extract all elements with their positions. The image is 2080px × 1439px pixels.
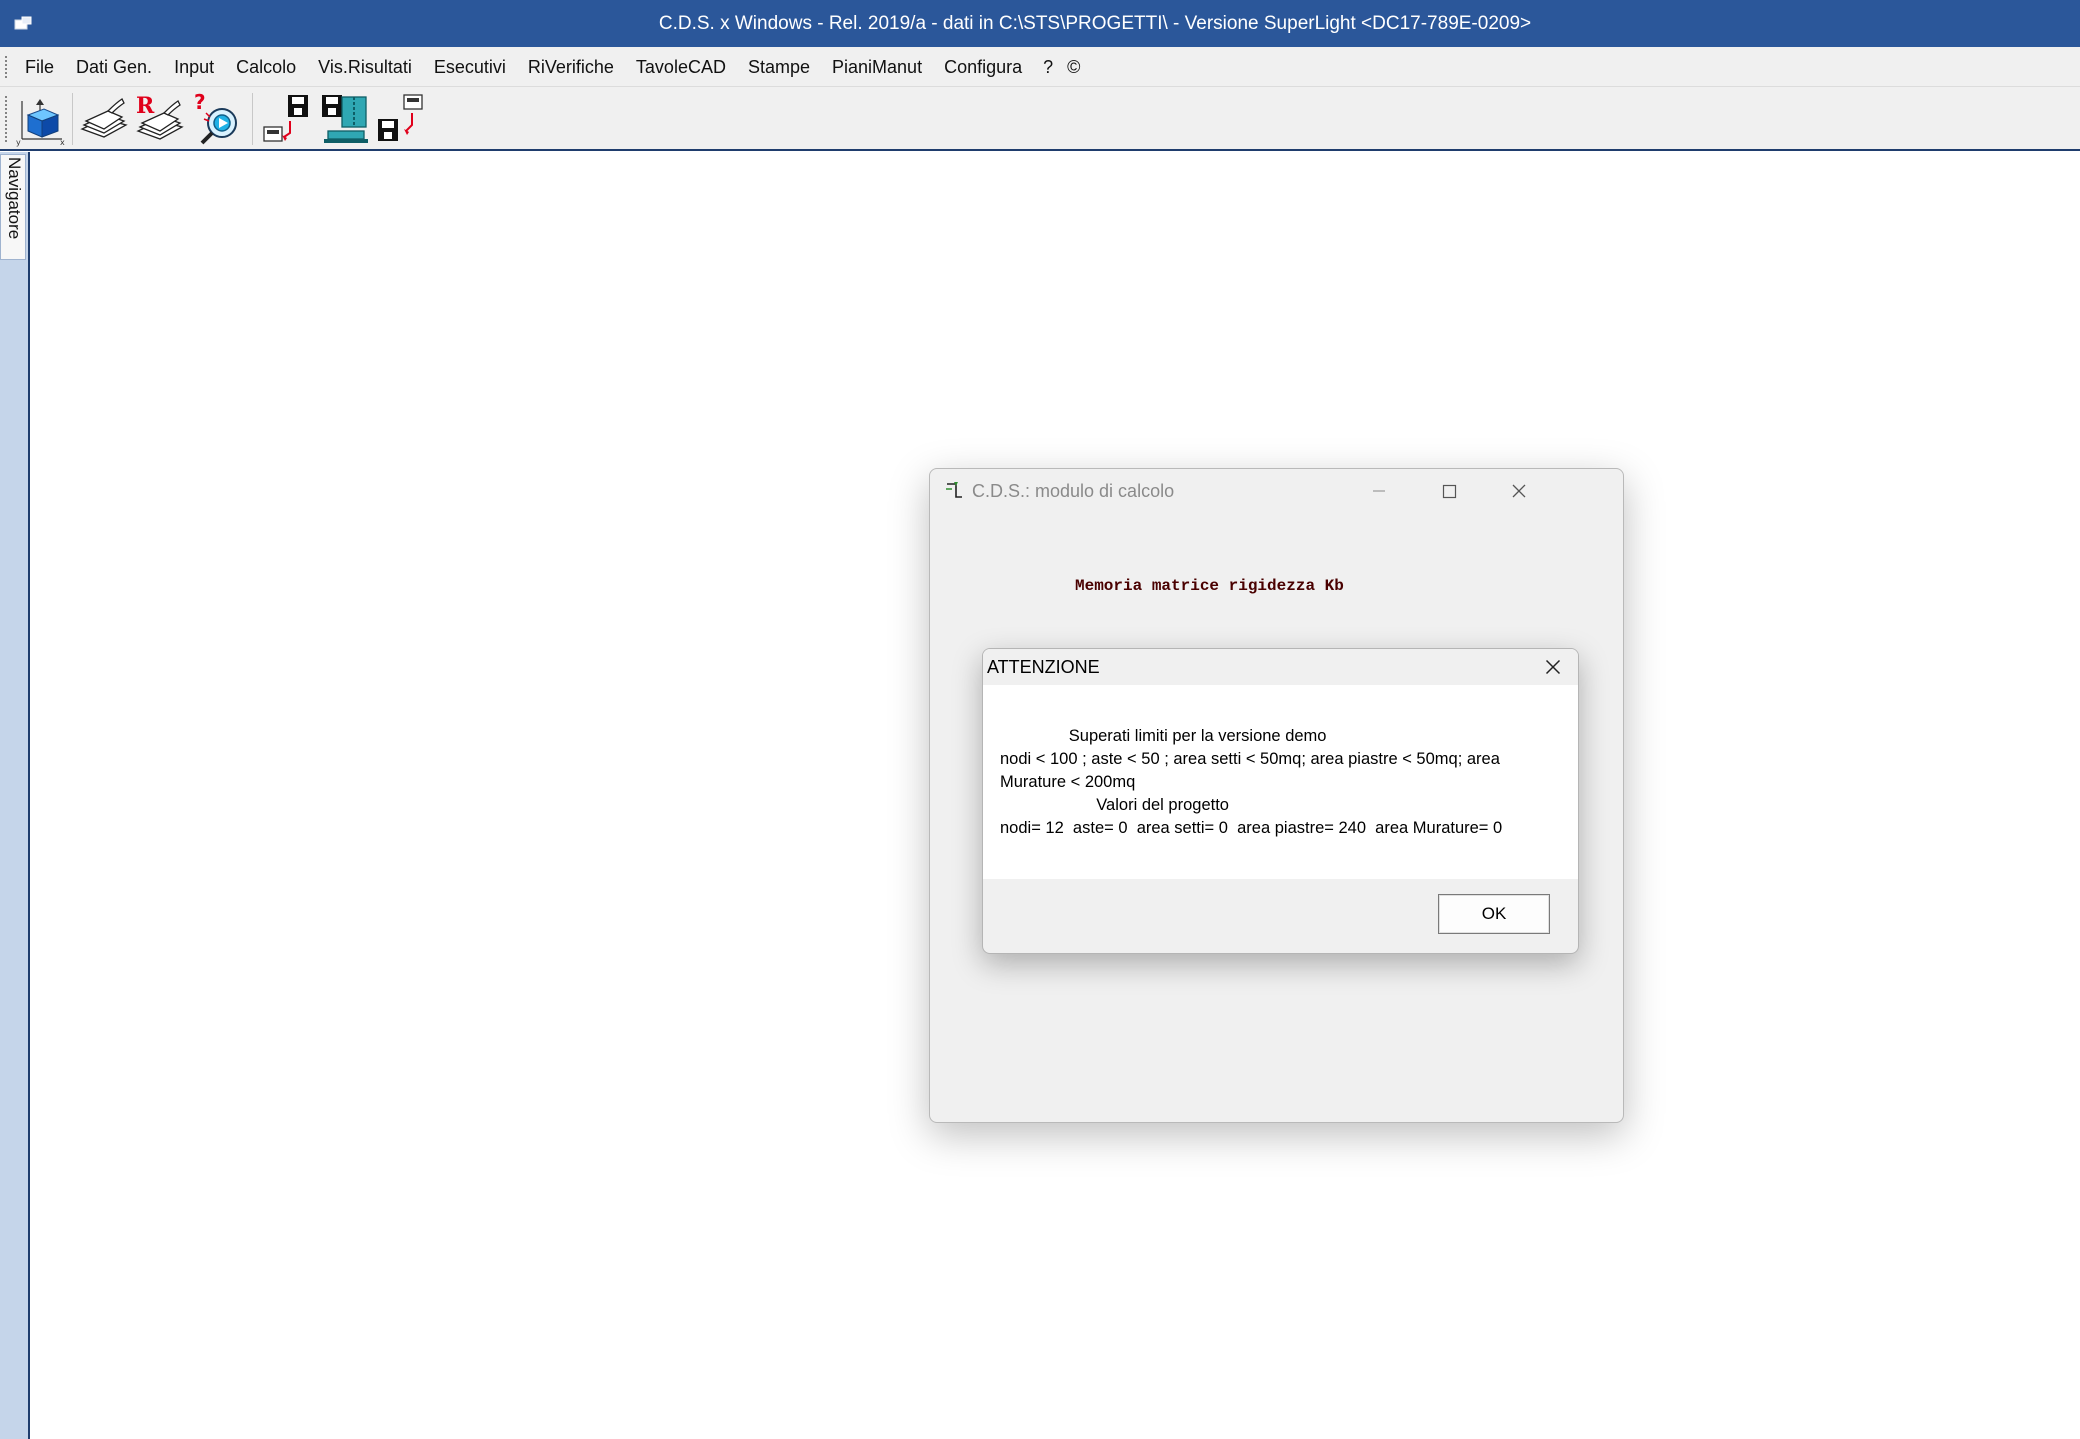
- menu-pianimanut[interactable]: PianiManut: [821, 47, 933, 87]
- menu-calcolo[interactable]: Calcolo: [225, 47, 307, 87]
- navigator-label: Navigatore: [5, 157, 24, 240]
- attenzione-dialog: ATTENZIONE Superati limiti per la versio…: [982, 648, 1579, 954]
- minimize-button[interactable]: [1344, 469, 1414, 513]
- report-icon[interactable]: R: [134, 91, 190, 147]
- svg-text:y: y: [16, 138, 21, 147]
- menu-file[interactable]: File: [14, 47, 65, 87]
- dialog-body: Superati limiti per la versione demo nod…: [983, 685, 1578, 879]
- navigator-tab[interactable]: Navigatore: [0, 154, 26, 260]
- menu-input[interactable]: Input: [163, 47, 225, 87]
- dialog-caption[interactable]: ATTENZIONE: [983, 649, 1578, 685]
- menu-bar: File Dati Gen. Input Calcolo Vis.Risulta…: [0, 47, 2080, 87]
- svg-text:x: x: [60, 138, 65, 147]
- menu-grip[interactable]: [4, 55, 8, 79]
- help-inspect-icon[interactable]: ?: [192, 91, 248, 147]
- message-line-subheading: Valori del progetto: [1000, 796, 1229, 814]
- calc-window-icon: [946, 482, 962, 498]
- message-line-values: nodi= 12 aste= 0 area setti= 0 area pias…: [1000, 819, 1503, 837]
- save-to-disk-icon[interactable]: [260, 91, 316, 147]
- svg-text:?: ?: [194, 91, 206, 114]
- load-from-disk-icon[interactable]: [374, 91, 430, 147]
- zip-archive-icon[interactable]: [318, 91, 370, 147]
- calc-window-caption[interactable]: C.D.S.: modulo di calcolo: [930, 469, 1623, 513]
- message-line-heading: Superati limiti per la versione demo: [1000, 727, 1327, 745]
- window-title: C.D.S. x Windows - Rel. 2019/a - dati in…: [658, 13, 1532, 34]
- menu-riverifiche[interactable]: RiVerifiche: [517, 47, 625, 87]
- svg-text:R: R: [136, 93, 155, 119]
- main-title-bar: C.D.S. x Windows - Rel. 2019/a - dati in…: [0, 0, 2080, 47]
- dialog-message: Superati limiti per la versione demo nod…: [1000, 725, 1570, 840]
- message-line-limits: nodi < 100 ; aste < 50 ; area setti < 50…: [1000, 750, 1505, 791]
- dialog-close-icon[interactable]: [1528, 649, 1578, 685]
- menu-about[interactable]: ©: [1057, 47, 1084, 87]
- 3d-model-icon[interactable]: y x: [14, 91, 68, 147]
- toolbar-grip[interactable]: [4, 95, 8, 143]
- menu-configura[interactable]: Configura: [933, 47, 1033, 87]
- toolbar-separator: [72, 93, 73, 145]
- close-button[interactable]: [1484, 469, 1554, 513]
- menu-stampe[interactable]: Stampe: [737, 47, 821, 87]
- navigator-strip: [0, 152, 28, 1439]
- menu-vis-risultati[interactable]: Vis.Risultati: [307, 47, 423, 87]
- archive-icon[interactable]: [78, 91, 132, 147]
- maximize-button[interactable]: [1414, 469, 1484, 513]
- menu-dati-gen[interactable]: Dati Gen.: [65, 47, 163, 87]
- menu-tavolecad[interactable]: TavoleCAD: [625, 47, 737, 87]
- dialog-title: ATTENZIONE: [987, 657, 1100, 677]
- toolbar: y x R ?: [0, 87, 2080, 151]
- ok-button[interactable]: OK: [1438, 894, 1550, 934]
- menu-help[interactable]: ?: [1033, 47, 1057, 87]
- calc-window-title: C.D.S.: modulo di calcolo: [972, 481, 1175, 501]
- toolbar-separator: [252, 93, 253, 145]
- menu-esecutivi[interactable]: Esecutivi: [423, 47, 517, 87]
- calc-status-text: Memoria matrice rigidezza Kb: [1075, 577, 1344, 595]
